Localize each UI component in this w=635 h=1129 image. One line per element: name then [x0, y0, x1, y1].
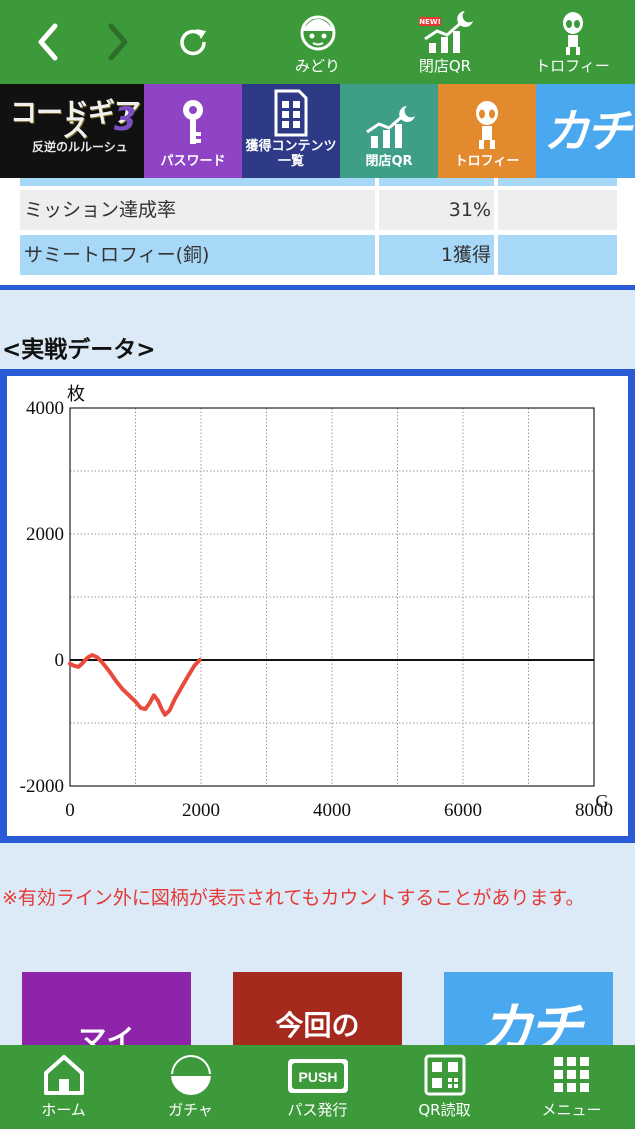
new-badge: NEW! [419, 18, 441, 26]
stats-panel: ミッション達成率 31% サミートロフィー(銅) 1獲得 [0, 178, 635, 290]
pass-issue-button[interactable]: PUSH パス発行 [254, 1045, 381, 1129]
code-geass-logo[interactable]: コードギアス 反逆のルルーシュ 3 [0, 84, 144, 178]
chevron-left-icon [38, 23, 57, 61]
close-qr-tile-label: 閉店QR [365, 154, 413, 169]
menu-label: メニュー [541, 1101, 602, 1119]
grid-menu-icon [553, 1057, 589, 1092]
reload-button[interactable] [165, 0, 220, 84]
password-tile[interactable]: パスワード [144, 84, 242, 178]
growth-chart-icon [366, 106, 415, 148]
midori-label: みどり [294, 57, 340, 75]
home-label: ホーム [41, 1101, 86, 1119]
contents-label-1: 獲得コンテンツ [245, 139, 337, 154]
table-row: ミッション達成率 31% [20, 190, 617, 230]
stat-value: 31% [448, 199, 491, 221]
alien-trophy-icon [476, 101, 498, 149]
alien-trophy-icon [562, 12, 583, 55]
gacha-button[interactable]: ガチャ [127, 1045, 254, 1129]
menu-button[interactable]: メニュー [508, 1045, 635, 1129]
gacha-label: ガチャ [168, 1101, 213, 1119]
qr-read-label: QR読取 [418, 1101, 471, 1119]
game-nav-bar: コードギアス 反逆のルルーシュ 3 パスワード 獲得コンテンツ 一覧 閉店QR [0, 84, 635, 178]
x-tick-label: 6000 [444, 800, 482, 821]
section-title: <実戦データ> [2, 337, 156, 363]
chevron-right-icon [108, 23, 127, 61]
y-tick-label: 0 [55, 650, 65, 671]
x-tick-label: 0 [65, 800, 75, 821]
trophy-tile[interactable]: トロフィー [438, 84, 536, 178]
chart-area: 4000 2000 0 -2000 0 2000 4000 6000 8000 枚 G [7, 376, 628, 836]
stat-label: サミートロフィー(銅) [24, 244, 210, 266]
series-line [68, 653, 202, 717]
y-tick-label: -2000 [20, 776, 64, 797]
x-tick-label: 2000 [182, 800, 220, 821]
chart-frame: 4000 2000 0 -2000 0 2000 4000 6000 8000 枚 G [0, 369, 635, 843]
pass-issue-label: パス発行 [287, 1101, 348, 1119]
qr-read-button[interactable]: QR読取 [381, 1045, 508, 1129]
top-nav-bar: みどり NEW! 閉店QR トロフィー [0, 0, 635, 84]
x-axis-label: G [596, 791, 609, 811]
key-icon [183, 100, 203, 144]
home-icon [43, 1055, 84, 1095]
midori-button[interactable]: みどり [280, 0, 355, 84]
push-pass-icon: PUSH [287, 1059, 348, 1093]
table-row: サミートロフィー(銅) 1獲得 [20, 235, 617, 275]
qr-code-icon [424, 1054, 465, 1096]
home-button[interactable]: ホーム [0, 1045, 127, 1129]
card-label: マイ [78, 1023, 135, 1052]
close-qr-button[interactable]: NEW! 閉店QR [405, 0, 485, 84]
contents-label-2: 一覧 [277, 154, 304, 169]
logo-subtitle: 反逆のルルーシュ [32, 140, 128, 154]
close-qr-label: 閉店QR [418, 57, 472, 75]
panel-border [0, 285, 635, 290]
gacha-capsule-icon [170, 1055, 211, 1095]
kachi-logo-text: カチ [543, 104, 632, 158]
back-button[interactable] [20, 0, 75, 84]
document-list-icon [274, 89, 308, 137]
trophy-button[interactable]: トロフィー [530, 0, 615, 84]
my-card[interactable]: マイ [22, 972, 191, 1052]
bottom-nav-bar: ホーム ガチャ PUSH パス発行 QR読取 メニュー [0, 1045, 635, 1129]
reload-icon [179, 29, 206, 56]
y-tick-label: 2000 [26, 524, 64, 545]
kachi-card[interactable]: カチ [444, 972, 613, 1052]
growth-chart-icon: NEW! [419, 11, 473, 53]
y-tick-label: 4000 [26, 398, 64, 419]
password-label: パスワード [160, 154, 226, 169]
card-label: カチ [479, 997, 583, 1052]
card-label: 今回の [275, 1009, 360, 1042]
x-tick-label: 4000 [313, 800, 351, 821]
trophy-tile-label: トロフィー [454, 154, 520, 169]
line-chart: 400020000-20000 2000 4000 6000 8000枚G [20, 384, 613, 821]
y-axis-label: 枚 [67, 384, 85, 404]
trophy-label: トロフィー [535, 57, 610, 75]
logo-number: 3 [114, 100, 137, 138]
table-row-top [20, 178, 617, 186]
note-text: ※有効ライン外に図柄が表示されてもカウントすることがあります。 [2, 887, 585, 909]
kachi-tile[interactable]: カチ [536, 84, 635, 178]
this-time-card[interactable]: 今回の [233, 972, 402, 1052]
push-text: PUSH [298, 1069, 337, 1085]
forward-button[interactable] [95, 0, 140, 84]
close-qr-tile[interactable]: 閉店QR [340, 84, 438, 178]
stat-label: ミッション達成率 [24, 199, 177, 221]
stat-value: 1獲得 [440, 244, 491, 266]
midori-character-icon [300, 15, 335, 51]
contents-tile[interactable]: 獲得コンテンツ 一覧 [242, 84, 340, 178]
